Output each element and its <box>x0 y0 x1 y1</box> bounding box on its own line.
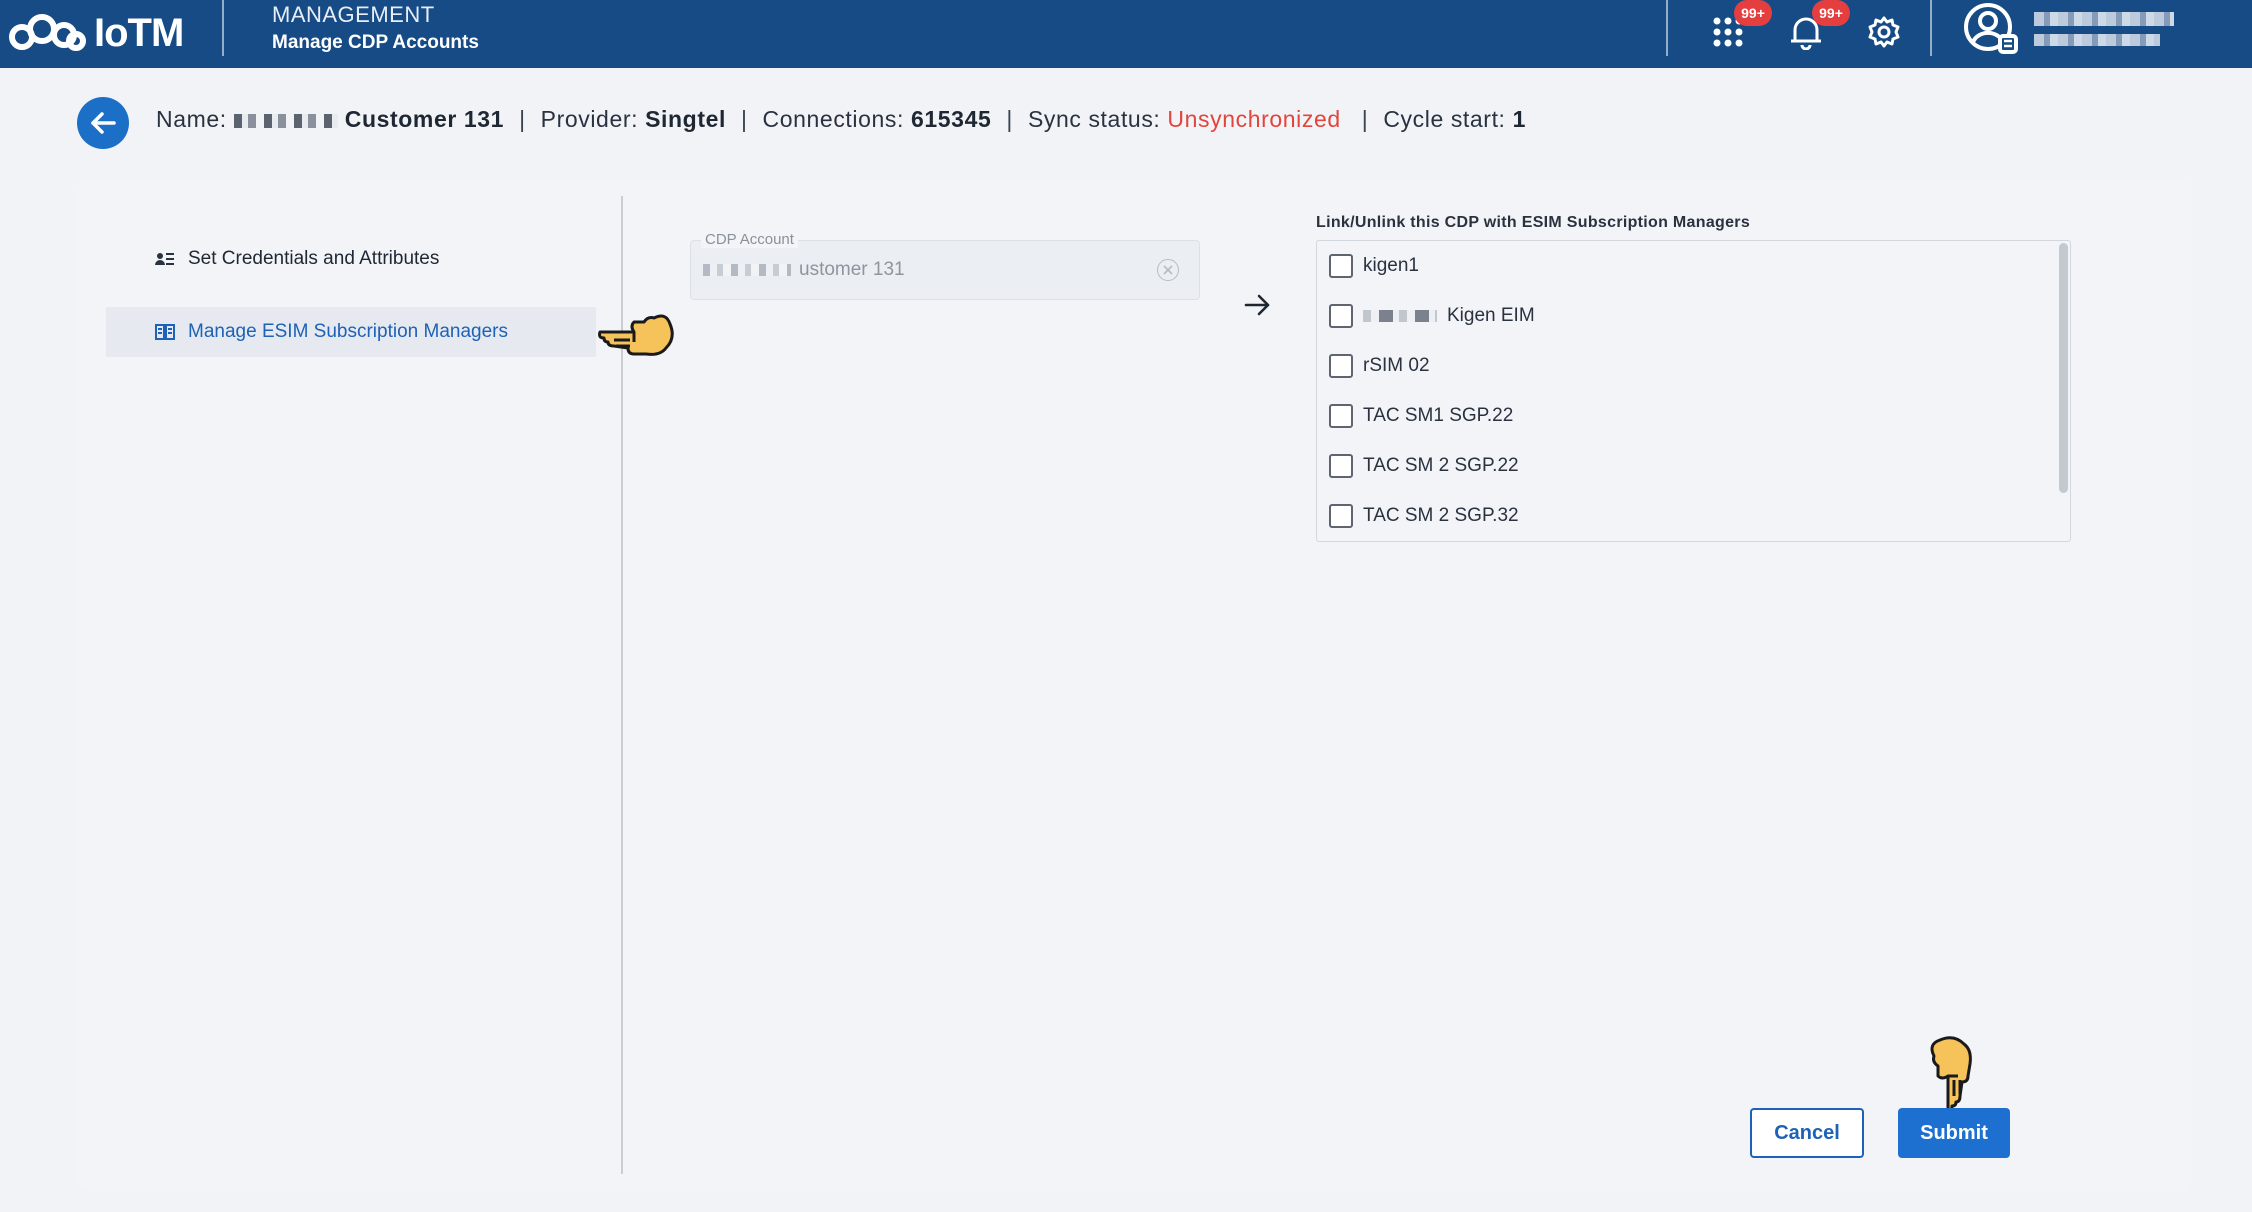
user-name-redacted <box>2034 12 2174 26</box>
list-scrollbar[interactable] <box>2059 243 2068 493</box>
divider <box>1930 0 1932 56</box>
user-avatar-icon <box>1964 3 2018 54</box>
section-title: MANAGEMENT <box>272 2 435 27</box>
cdp-account-text: ustomer 131 <box>799 259 905 280</box>
connections-label: Connections: <box>762 106 904 132</box>
user-menu[interactable] <box>1962 0 2174 58</box>
account-summary: Name: Customer 131 | Provider: Singtel |… <box>156 106 1526 133</box>
list-item-label: TAC SM1 SGP.22 <box>1363 405 1514 426</box>
cdp-account-label: CDP Account <box>701 231 798 248</box>
list-item[interactable]: rSIM 02 <box>1329 351 1430 381</box>
logo-text: IoTM <box>94 10 184 55</box>
divider <box>1666 0 1668 56</box>
apps-badge: 99+ <box>1734 0 1772 26</box>
cdp-account-value: ustomer 131 <box>703 259 905 281</box>
back-button[interactable] <box>77 97 129 149</box>
list-item[interactable]: Kigen EIM <box>1329 301 1535 331</box>
cycle-start-value: 1 <box>1512 106 1526 132</box>
notifications-badge: 99+ <box>1812 0 1850 26</box>
esim-manager-list[interactable]: kigen1 Kigen EIM rSIM 02 TAC SM1 SGP.22 … <box>1316 240 2071 542</box>
connections-value: 615345 <box>911 106 992 132</box>
provider-label: Provider: <box>540 106 639 132</box>
list-item-label: TAC SM 2 SGP.32 <box>1363 505 1519 526</box>
user-name <box>2034 12 2174 46</box>
name-value: Customer 131 <box>344 106 505 132</box>
list-item-label: rSIM 02 <box>1363 355 1430 376</box>
cdp-account-field[interactable]: CDP Account ustomer 131 <box>690 231 1200 300</box>
user-role-redacted <box>2034 34 2160 46</box>
cdp-account-redacted <box>703 264 791 276</box>
list-item-label: TAC SM 2 SGP.22 <box>1363 455 1519 476</box>
checkbox[interactable] <box>1329 254 1353 278</box>
separator: | <box>1361 106 1369 132</box>
separator: | <box>740 106 748 132</box>
name-redacted <box>233 113 338 128</box>
list-item[interactable]: kigen1 <box>1329 251 1419 281</box>
cancel-button[interactable]: Cancel <box>1750 1108 1864 1158</box>
sync-status-value: Unsynchronized <box>1167 106 1341 132</box>
sync-status-label: Sync status: <box>1027 106 1161 132</box>
arrow-right-icon <box>1244 294 1270 316</box>
name-label: Name: <box>156 106 227 132</box>
separator: | <box>519 106 526 132</box>
book-icon <box>154 321 176 343</box>
sidebar-item-label: Manage ESIM Subscription Managers <box>188 321 508 342</box>
pointing-hand-cursor-icon <box>598 314 674 356</box>
clear-icon[interactable] <box>1157 259 1179 281</box>
notifications-button[interactable]: 99+ <box>1786 0 1850 52</box>
list-item[interactable]: TAC SM 2 SGP.32 <box>1329 501 1519 531</box>
list-item-label: Kigen EIM <box>1447 305 1535 326</box>
list-item[interactable]: TAC SM 2 SGP.22 <box>1329 451 1519 481</box>
list-item-redacted <box>1363 310 1437 322</box>
top-navigation-bar: IoTM MANAGEMENT Manage CDP Accounts 99+ … <box>0 0 2252 68</box>
page-title: Manage CDP Accounts <box>272 32 479 53</box>
page-heading: MANAGEMENT Manage CDP Accounts <box>272 2 479 54</box>
checkbox[interactable] <box>1329 504 1353 528</box>
provider-value: Singtel <box>645 106 726 132</box>
link-list-title: Link/Unlink this CDP with ESIM Subscript… <box>1316 214 1751 231</box>
arrow-left-icon <box>91 112 116 134</box>
sidebar-item-label: Set Credentials and Attributes <box>188 248 440 269</box>
checkbox[interactable] <box>1329 454 1353 478</box>
app-logo[interactable]: IoTM <box>6 4 184 62</box>
checkbox[interactable] <box>1329 404 1353 428</box>
cloud-logo-icon <box>9 14 86 51</box>
checkbox[interactable] <box>1329 304 1353 328</box>
list-item-label: kigen1 <box>1363 255 1419 276</box>
separator: | <box>1006 106 1013 132</box>
list-item[interactable]: TAC SM1 SGP.22 <box>1329 401 1513 431</box>
apps-menu-button[interactable]: 99+ <box>1708 0 1772 52</box>
user-list-icon <box>154 248 176 270</box>
checkbox[interactable] <box>1329 354 1353 378</box>
sidebar-item-set-credentials[interactable]: Set Credentials and Attributes <box>106 234 596 284</box>
submit-button[interactable]: Submit <box>1898 1108 2010 1158</box>
cycle-start-label: Cycle start: <box>1383 106 1506 132</box>
sidebar-item-manage-esim[interactable]: Manage ESIM Subscription Managers <box>106 307 596 357</box>
divider <box>222 0 224 56</box>
settings-button[interactable] <box>1864 12 1904 52</box>
gear-icon <box>1868 16 1900 48</box>
pointing-hand-cursor-icon <box>1930 1036 1972 1112</box>
